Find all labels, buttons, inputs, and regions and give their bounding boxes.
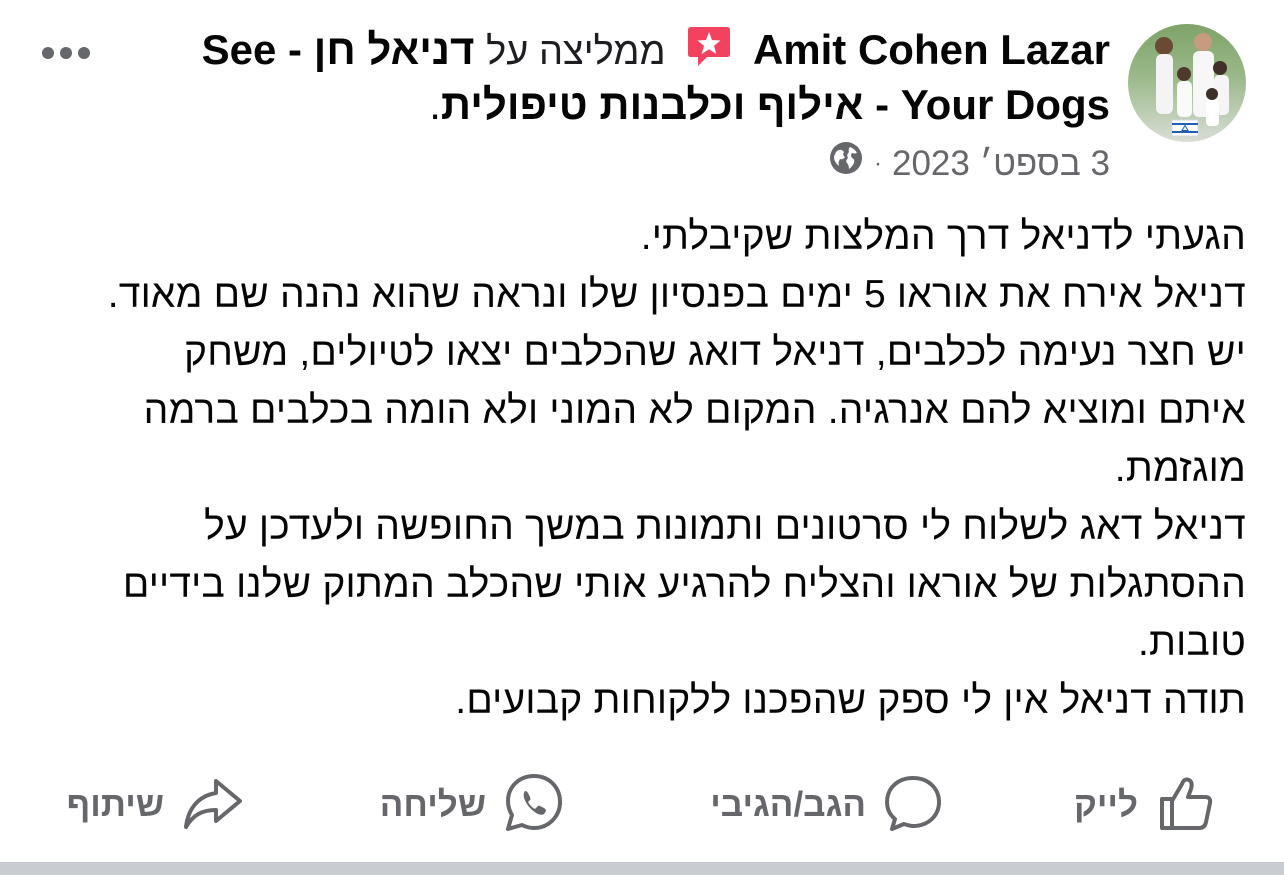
recommends-text: ממליצה על: [486, 31, 666, 73]
globe-icon[interactable]: [828, 140, 864, 187]
feed-separator: [0, 862, 1284, 875]
more-options-icon[interactable]: [38, 38, 94, 68]
post-body: הגעתי לדניאל דרך המלצות שקיבלתי. דניאל א…: [36, 208, 1246, 730]
post-header-line-1: Amit Cohen Lazar ממליצה על דניאל חן - Se…: [202, 22, 1110, 77]
like-button[interactable]: לייק: [1074, 770, 1216, 840]
send-button[interactable]: שליחה: [380, 770, 566, 840]
avatar-photo: [1155, 33, 1229, 137]
comment-button[interactable]: הגב/הגיבי: [710, 770, 944, 840]
body-line: יש חצר נעימה לכלבים, דניאל דואג שהכלבים …: [184, 331, 1246, 374]
post-card: Amit Cohen Lazar ממליצה על דניאל חן - Se…: [0, 0, 1284, 862]
whatsapp-icon: [502, 771, 566, 840]
comment-bubble-icon: [882, 772, 944, 839]
body-line: טובות.: [1137, 621, 1246, 664]
author-name[interactable]: Amit Cohen Lazar: [753, 26, 1110, 73]
like-label: לייק: [1073, 785, 1138, 824]
body-line: איתם ומוציא להם אנרגיה. המקום לא המוני ו…: [143, 389, 1246, 432]
post-meta: 3 בספט׳ 2023 ·: [828, 140, 1110, 187]
body-line: תודה דניאל אין לי ספק שהפכנו ללקוחות קבו…: [455, 679, 1246, 722]
share-label: שיתוף: [66, 785, 164, 824]
body-line: דניאל דאג לשלוח לי סרטונים ותמונות במשך …: [204, 505, 1246, 548]
recommend-star-icon: [685, 22, 733, 70]
body-line: מוגזמת.: [1114, 447, 1246, 490]
comment-label: הגב/הגיבי: [710, 785, 866, 824]
post-header-line-2: Your Dogs - אילוף וכלבנות טיפולית.: [429, 80, 1110, 130]
page-name-link-continued[interactable]: Your Dogs - אילוף וכלבנות טיפולית: [441, 81, 1110, 128]
send-label: שליחה: [379, 785, 486, 824]
share-arrow-icon: [180, 771, 244, 840]
more-dot: [42, 47, 54, 59]
page-name-link[interactable]: דניאל חן - See: [202, 26, 475, 73]
share-button[interactable]: שיתוף: [67, 770, 244, 840]
more-dot: [60, 47, 72, 59]
body-line: ההסתגלות של אוראו והצליח להרגיע אותי שהכ…: [122, 563, 1246, 606]
more-dot: [78, 47, 90, 59]
post-date[interactable]: 3 בספט׳ 2023: [892, 142, 1110, 186]
page-name-period: .: [429, 81, 441, 128]
body-line: הגעתי לדניאל דרך המלצות שקיבלתי.: [640, 215, 1246, 258]
post-action-bar: לייק הגב/הגיבי שליחה שיתוף: [0, 760, 1284, 850]
author-avatar[interactable]: [1128, 24, 1246, 142]
body-line: דניאל אירח את אוראו 5 ימים בפנסיון שלו ו…: [107, 273, 1246, 316]
meta-separator: ·: [874, 149, 882, 177]
thumbs-up-icon: [1154, 772, 1216, 839]
